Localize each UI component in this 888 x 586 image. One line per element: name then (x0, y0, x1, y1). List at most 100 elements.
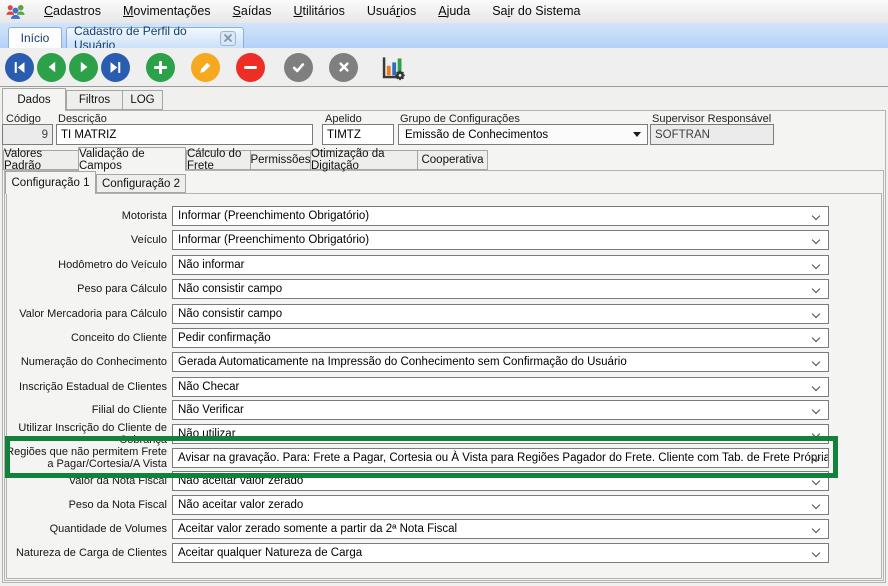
conceito-cliente-select[interactable]: Pedir confirmação (172, 328, 829, 348)
chevron-down-icon (812, 476, 820, 484)
apelido-field[interactable]: TIMTZ (322, 124, 394, 145)
form-row-peso-nota: Peso da Nota Fiscal Não aceitar valor ze… (0, 495, 829, 515)
add-record-button[interactable] (146, 53, 175, 82)
chevron-down-icon (812, 333, 820, 341)
field-label: Regiões que não permitem Frete a Pagar/C… (0, 446, 167, 471)
chevron-down-icon (812, 548, 820, 556)
tab-inicio[interactable]: Início (8, 27, 62, 48)
field-label: Peso para Cálculo (0, 283, 167, 296)
chevron-down-icon (812, 211, 820, 219)
hodometro-select[interactable]: Não informar (172, 255, 829, 275)
tab-dados[interactable]: Dados (2, 88, 66, 111)
form-row-valor-mercadoria: Valor Mercadoria para Cálculo Não consis… (0, 304, 829, 324)
chevron-down-icon (812, 284, 820, 292)
form-row-inscricao-cobranca: Utilizar Inscrição do Cliente de Cobranç… (0, 424, 829, 444)
chevron-down-icon (812, 260, 820, 268)
form-row-conceito-cliente: Conceito do Cliente Pedir confirmação (0, 328, 829, 348)
next-icon (78, 61, 90, 73)
valor-mercadoria-select[interactable]: Não consistir campo (172, 304, 829, 324)
form-row-filial-cliente: Filial do Cliente Não Verificar (0, 400, 829, 420)
tab-otimizacao-da-digitacao[interactable]: Otimização da Digitação (310, 150, 418, 170)
tab-configuracao-1[interactable]: Configuração 1 (5, 171, 96, 194)
field-label: Motorista (0, 210, 167, 223)
cancel-button[interactable] (329, 53, 358, 82)
menu-item-usuarios[interactable]: Usuários (356, 0, 427, 23)
record-toolbar (0, 48, 888, 87)
chevron-down-icon (812, 235, 820, 243)
chevron-down-icon (812, 429, 820, 437)
regioes-frete-select[interactable]: Avisar na gravação. Para: Frete a Pagar,… (172, 448, 829, 468)
minus-icon (244, 61, 257, 74)
form-row-regioes-frete: Regiões que não permitem Frete a Pagar/C… (0, 448, 829, 468)
form-row-peso-calculo: Peso para Cálculo Não consistir campo (0, 279, 829, 299)
field-label: Inscrição Estadual de Clientes (0, 381, 167, 394)
menu-item-cadastros[interactable]: Cadastros (33, 0, 112, 23)
tab-filtros[interactable]: Filtros (66, 90, 123, 110)
tab-cadastro-perfil-usuario[interactable]: Cadastro de Perfil do Usuário (66, 27, 244, 48)
tab-log[interactable]: LOG (122, 90, 163, 110)
grupo-configuracoes-select[interactable]: Emissão de Conhecimentos (398, 124, 648, 145)
app-window: { "menu": { "items": [ {"pre": "", "acce… (0, 0, 888, 586)
tab-valores-padrao[interactable]: Valores Padrão (3, 150, 79, 170)
quantidade-volumes-select[interactable]: Aceitar valor zerado somente a partir da… (172, 519, 829, 539)
motorista-select[interactable]: Informar (Preenchimento Obrigatório) (172, 206, 829, 226)
peso-nota-fiscal-select[interactable]: Não aceitar valor zerado (172, 495, 829, 515)
field-label: Numeração do Conhecimento (0, 356, 167, 369)
field-label: Natureza de Carga de Clientes (0, 547, 167, 560)
form-row-valor-nota: Valor da Nota Fiscal Não aceitar valor z… (0, 471, 829, 491)
chevron-down-icon (812, 405, 820, 413)
form-row-natureza-carga: Natureza de Carga de Clientes Aceitar qu… (0, 543, 829, 563)
tab-cooperativa[interactable]: Cooperativa (417, 150, 488, 170)
veiculo-select[interactable]: Informar (Preenchimento Obrigatório) (172, 230, 829, 250)
inscricao-cobranca-select[interactable]: Não utilizar (172, 424, 829, 444)
menu-item-sair-do-sistema[interactable]: Sair do Sistema (481, 0, 591, 23)
first-record-button[interactable] (5, 53, 34, 82)
field-label: Conceito do Cliente (0, 332, 167, 345)
check-icon (292, 61, 305, 74)
bar-chart-gear-icon (379, 54, 406, 81)
form-row-quantidade-volumes: Quantidade de Volumes Aceitar valor zera… (0, 519, 829, 539)
pencil-icon (199, 61, 212, 74)
chevron-down-icon (812, 309, 820, 317)
field-label: Valor Mercadoria para Cálculo (0, 308, 167, 321)
menu-bar: Cadastros Movimentações Saídas Utilitári… (0, 0, 888, 23)
document-tab-strip: Início Cadastro de Perfil do Usuário (0, 23, 888, 48)
tab-validacao-de-campos[interactable]: Validação de Campos (78, 147, 186, 171)
field-label: Quantidade de Volumes (0, 523, 167, 536)
form-row-veiculo: Veículo Informar (Preenchimento Obrigató… (0, 230, 829, 250)
previous-record-button[interactable] (37, 53, 66, 82)
menu-item-ajuda[interactable]: Ajuda (427, 0, 481, 23)
descricao-field[interactable]: TI MATRIZ (56, 124, 313, 145)
tab-inicio-label: Início (21, 31, 50, 45)
field-label: Valor da Nota Fiscal (0, 475, 167, 488)
field-label: Filial do Cliente (0, 404, 167, 417)
next-record-button[interactable] (69, 53, 98, 82)
gear-icon (395, 70, 404, 79)
codigo-field: 9 (2, 124, 53, 145)
app-users-logo-icon (5, 3, 26, 20)
field-label: Utilizar Inscrição do Cliente de Cobranç… (0, 422, 167, 447)
natureza-carga-select[interactable]: Aceitar qualquer Natureza de Carga (172, 543, 829, 563)
menu-item-saidas[interactable]: Saídas (222, 0, 283, 23)
skip-first-icon (13, 61, 26, 74)
menu-item-movimentacoes[interactable]: Movimentações (112, 0, 222, 23)
numeracao-conhecimento-select[interactable]: Gerada Automaticamente na Impressão do C… (172, 352, 829, 372)
previous-icon (46, 61, 58, 73)
tab-calculo-do-frete[interactable]: Cálculo do Frete (186, 150, 251, 170)
valor-nota-fiscal-select[interactable]: Não aceitar valor zerado (172, 471, 829, 491)
confirm-button[interactable] (284, 53, 313, 82)
menu-item-utilitarios[interactable]: Utilitários (282, 0, 355, 23)
close-tab-icon[interactable] (220, 31, 236, 46)
tab-configuracao-2[interactable]: Configuração 2 (96, 174, 186, 193)
peso-calculo-select[interactable]: Não consistir campo (172, 279, 829, 299)
chevron-down-icon (812, 357, 820, 365)
x-icon (338, 61, 350, 73)
filial-cliente-select[interactable]: Não Verificar (172, 400, 829, 420)
chevron-down-icon (812, 382, 820, 390)
tab-permissoes[interactable]: Permissões (250, 150, 311, 170)
inscricao-estadual-select[interactable]: Não Checar (172, 377, 829, 397)
chart-settings-button[interactable] (375, 51, 409, 83)
last-record-button[interactable] (101, 53, 130, 82)
edit-record-button[interactable] (191, 53, 220, 82)
delete-record-button[interactable] (236, 53, 265, 82)
